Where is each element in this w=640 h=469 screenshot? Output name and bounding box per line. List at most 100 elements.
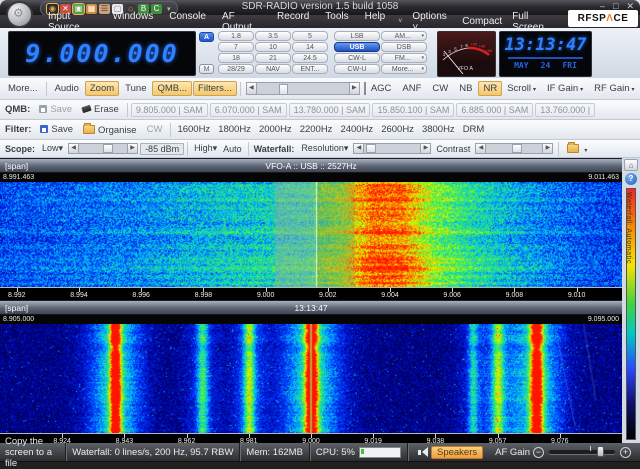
qmb-save-button[interactable]: Save: [34, 102, 77, 117]
mode-button-am[interactable]: AM...▾: [381, 31, 427, 41]
band-button-18[interactable]: 18: [218, 53, 254, 63]
agc-button[interactable]: AGC: [366, 81, 397, 96]
filter-width-1800hz[interactable]: 1800Hz: [215, 123, 254, 136]
scope-low-dropdown[interactable]: Low▾: [39, 142, 66, 155]
wideband-waterfall[interactable]: [0, 324, 622, 433]
qmb-button[interactable]: QMB...: [152, 81, 192, 96]
qmb-memory-button[interactable]: 15.850.100 | SAM: [372, 103, 454, 117]
frequency-display[interactable]: 9.000.000: [8, 31, 196, 76]
tune-button[interactable]: Tune: [120, 81, 151, 96]
scope-low-slider[interactable]: ◀ ▶: [68, 142, 138, 155]
spectrum-panel-header[interactable]: [span] VFO-A :: USB :: 2527Hz: [0, 158, 622, 173]
home-icon[interactable]: ⌂: [624, 159, 638, 171]
mode-button-fm[interactable]: FM...▾: [381, 53, 427, 63]
slider-track[interactable]: [79, 143, 127, 154]
mode-button-lsb[interactable]: LSB: [334, 31, 380, 41]
save-icon: [39, 105, 47, 113]
volume-up-icon[interactable]: +: [620, 447, 631, 458]
status-bar: Copy the screen to a file Waterfall: 0 l…: [0, 443, 640, 461]
band-button-35[interactable]: 3.5: [255, 31, 291, 41]
filter-organise-button[interactable]: Organise: [78, 122, 142, 138]
slider-thumb[interactable]: [366, 144, 376, 153]
band-button-ENT[interactable]: ENT...: [292, 64, 328, 74]
waterfall-resolution-dropdown[interactable]: Resolution▾: [298, 142, 351, 155]
filter-width-3800hz[interactable]: 3800Hz: [419, 123, 458, 136]
rf-gain-dropdown[interactable]: RF Gain▾: [589, 81, 639, 96]
mode-button-more[interactable]: More...▾: [381, 64, 427, 74]
speakers-button[interactable]: Speakers: [431, 446, 483, 459]
waterfall-panel-header[interactable]: [span] 13:13:47: [0, 300, 622, 315]
band-button-21[interactable]: 21: [255, 53, 291, 63]
band-button-7[interactable]: 7: [218, 42, 254, 52]
slider-left-icon[interactable]: ◀: [475, 143, 486, 154]
mode-button-dsb[interactable]: DSB: [381, 42, 427, 52]
scope-high-dropdown[interactable]: High▾: [191, 142, 220, 155]
band-button-5[interactable]: 5: [292, 31, 328, 41]
volume-down-icon[interactable]: −: [533, 447, 544, 458]
more-button[interactable]: More...: [3, 81, 43, 96]
zoom-button[interactable]: Zoom: [85, 81, 119, 96]
clock-month: MAY: [514, 61, 528, 70]
scroll-right-icon[interactable]: ▶: [349, 82, 360, 95]
slider-left-icon[interactable]: ◀: [353, 143, 364, 154]
qmb-memory-button[interactable]: 13.760.000 |: [535, 103, 595, 117]
clock-weekday: FRI: [562, 61, 576, 70]
qmb-memory-button[interactable]: 9.805.000 | SAM: [131, 103, 208, 117]
band-button-2829[interactable]: 28/29: [218, 64, 254, 74]
waterfall-options-button[interactable]: ▾: [562, 141, 592, 156]
filter-width-2400hz[interactable]: 2400Hz: [337, 123, 376, 136]
slider-left-icon[interactable]: ◀: [68, 143, 79, 154]
anf-button[interactable]: ANF: [397, 81, 426, 96]
waterfall-freq-range: 8.905.000 9.095.000: [0, 315, 622, 324]
cw-button[interactable]: CW: [427, 81, 453, 96]
vfo-a-button[interactable]: A: [199, 32, 214, 42]
compact-button[interactable]: Compact: [457, 16, 507, 27]
spectrum-waterfall[interactable]: [0, 182, 622, 287]
filters-button[interactable]: Filters...: [193, 81, 237, 96]
contrast-slider[interactable]: ◀ ▶: [475, 142, 553, 155]
qmb-erase-button[interactable]: Erase: [77, 102, 124, 117]
help-icon[interactable]: ?: [625, 173, 637, 185]
memory-button[interactable]: M: [199, 64, 214, 74]
slider-thumb[interactable]: [512, 144, 522, 153]
qmb-memory-button[interactable]: 6.885.000 | SAM: [456, 103, 533, 117]
scroll-dropdown[interactable]: Scroll▾: [502, 81, 541, 96]
mode-button-usb[interactable]: USB: [334, 42, 380, 52]
qmb-memory-button[interactable]: 6.070.000 | SAM: [210, 103, 287, 117]
filter-width-1600hz[interactable]: 1600Hz: [174, 123, 213, 136]
tuning-scrollbar[interactable]: ◀ ▶: [246, 82, 360, 95]
if-gain-dropdown[interactable]: IF Gain▾: [542, 81, 588, 96]
mode-button-cwl[interactable]: CW-L: [334, 53, 380, 63]
chevron-down-icon[interactable]: ˅: [393, 18, 407, 25]
slider-right-icon[interactable]: ▶: [127, 143, 138, 154]
nb-button[interactable]: NB: [454, 81, 477, 96]
band-button-18[interactable]: 1.8: [218, 31, 254, 41]
af-gain-thumb[interactable]: [597, 446, 604, 457]
slider-track[interactable]: [364, 143, 420, 154]
resolution-slider[interactable]: ◀ ▶: [353, 142, 431, 155]
af-gain-slider[interactable]: [549, 450, 615, 454]
slider-track[interactable]: [486, 143, 542, 154]
band-button-NAV[interactable]: NAV: [255, 64, 291, 74]
slider-right-icon[interactable]: ▶: [420, 143, 431, 154]
scrollbar-track[interactable]: [257, 82, 349, 95]
filter-cw-button[interactable]: CW: [142, 122, 168, 137]
application-menu-button[interactable]: [6, 1, 33, 28]
mode-button-cwu[interactable]: CW-U: [334, 64, 380, 74]
scrollbar-thumb[interactable]: [279, 84, 288, 95]
qmb-memory-button[interactable]: 13.780.000 | SAM: [289, 103, 371, 117]
filter-save-button[interactable]: Save: [35, 122, 78, 137]
band-button-245[interactable]: 24.5: [292, 53, 328, 63]
filter-width-2000hz[interactable]: 2000Hz: [256, 123, 295, 136]
scroll-left-icon[interactable]: ◀: [246, 82, 257, 95]
scope-auto-button[interactable]: Auto: [220, 143, 245, 155]
band-button-14[interactable]: 14: [292, 42, 328, 52]
slider-right-icon[interactable]: ▶: [542, 143, 553, 154]
filter-width-drm[interactable]: DRM: [460, 123, 488, 136]
filter-width-2600hz[interactable]: 2600Hz: [378, 123, 417, 136]
filter-width-2200hz[interactable]: 2200Hz: [297, 123, 336, 136]
band-button-10[interactable]: 10: [255, 42, 291, 52]
nr-button[interactable]: NR: [478, 81, 502, 96]
slider-thumb[interactable]: [103, 144, 113, 153]
audio-button[interactable]: Audio: [50, 81, 84, 96]
